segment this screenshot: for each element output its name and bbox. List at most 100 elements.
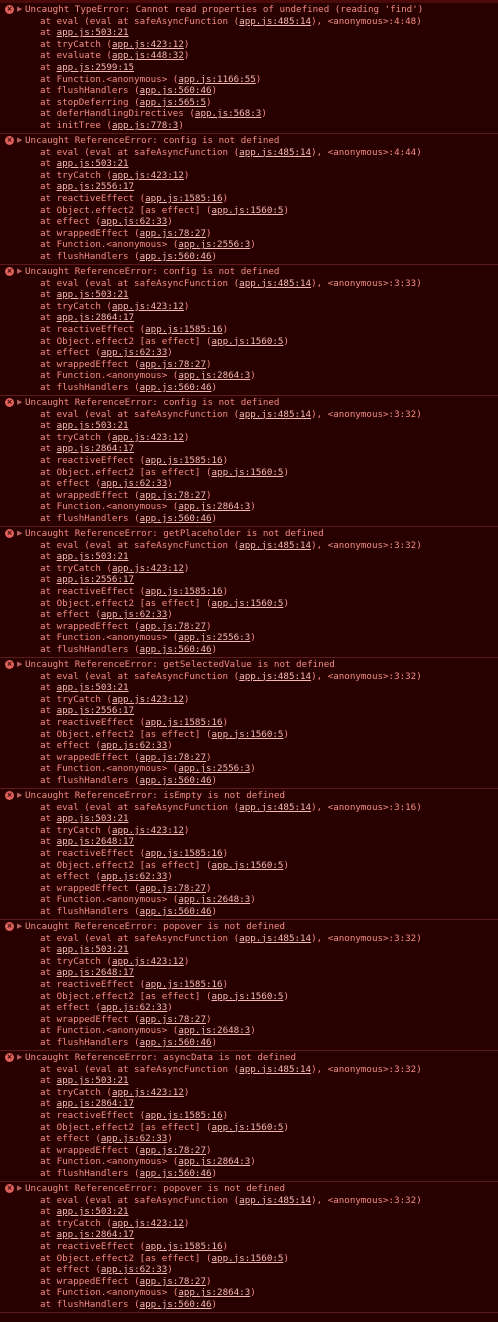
stack-frame-source-link[interactable]: app.js:62:33	[101, 609, 167, 620]
stack-frame-source-link[interactable]: app.js:1560:5	[212, 729, 284, 740]
stack-frame-source-link[interactable]: app.js:448:32	[112, 50, 184, 61]
stack-frame-source-link[interactable]: app.js:560:46	[140, 251, 212, 262]
stack-frame-source-link[interactable]: app.js:2599:15	[57, 62, 134, 73]
stack-frame-source-link[interactable]: app.js:503:21	[57, 813, 129, 824]
stack-frame-source-link[interactable]: app.js:1560:5	[212, 205, 284, 216]
stack-frame-source-link[interactable]: app.js:78:27	[140, 1276, 206, 1287]
error-entry[interactable]: × ▶ Uncaught ReferenceError: config is not…	[0, 134, 498, 265]
stack-frame-source-link[interactable]: app.js:2556:3	[178, 763, 250, 774]
stack-frame-source-link[interactable]: app.js:62:33	[101, 347, 167, 358]
stack-frame-source-link[interactable]: app.js:78:27	[140, 621, 206, 632]
stack-frame-source-link[interactable]: app.js:423:12	[112, 301, 184, 312]
stack-frame-source-link[interactable]: app.js:778:3	[112, 120, 178, 131]
stack-frame-source-link[interactable]: app.js:568:3	[195, 108, 261, 119]
stack-frame-source-link[interactable]: app.js:1560:5	[212, 598, 284, 609]
stack-frame-source-link[interactable]: app.js:485:14	[239, 278, 311, 289]
stack-frame-source-link[interactable]: app.js:503:21	[57, 158, 129, 169]
stack-frame-source-link[interactable]: app.js:423:12	[112, 432, 184, 443]
stack-frame-source-link[interactable]: app.js:1585:16	[145, 324, 222, 335]
stack-frame-source-link[interactable]: app.js:1166:55	[178, 74, 255, 85]
stack-frame-source-link[interactable]: app.js:1585:16	[145, 1241, 222, 1252]
stack-frame-source-link[interactable]: app.js:560:46	[140, 906, 212, 917]
stack-frame-source-link[interactable]: app.js:2864:3	[178, 370, 250, 381]
error-entry[interactable]: × ▶ Uncaught ReferenceError: popover is no…	[0, 1182, 498, 1313]
stack-frame-source-link[interactable]: app.js:423:12	[112, 39, 184, 50]
stack-frame-source-link[interactable]: app.js:560:46	[140, 513, 212, 524]
stack-frame-source-link[interactable]: app.js:560:46	[140, 1299, 212, 1310]
stack-frame-source-link[interactable]: app.js:485:14	[239, 1195, 311, 1206]
stack-frame-source-link[interactable]: app.js:1560:5	[212, 1253, 284, 1264]
stack-frame-source-link[interactable]: app.js:423:12	[112, 694, 184, 705]
stack-frame-source-link[interactable]: app.js:423:12	[112, 170, 184, 181]
stack-frame-source-link[interactable]: app.js:1585:16	[145, 455, 222, 466]
stack-frame-source-link[interactable]: app.js:2864:17	[57, 1098, 134, 1109]
error-entry[interactable]: × ▶ Uncaught ReferenceError: asyncData is …	[0, 1051, 498, 1182]
stack-frame-source-link[interactable]: app.js:1560:5	[212, 991, 284, 1002]
stack-frame-source-link[interactable]: app.js:1560:5	[212, 467, 284, 478]
stack-frame-source-link[interactable]: app.js:78:27	[140, 490, 206, 501]
stack-frame-source-link[interactable]: app.js:503:21	[57, 944, 129, 955]
stack-frame-source-link[interactable]: app.js:78:27	[140, 359, 206, 370]
stack-frame-source-link[interactable]: app.js:2556:17	[57, 181, 134, 192]
stack-frame-source-link[interactable]: app.js:62:33	[101, 1264, 167, 1275]
expand-triangle-icon[interactable]: ▶	[17, 135, 22, 147]
error-entry[interactable]: × ▶ Uncaught ReferenceError: isEmpty is no…	[0, 789, 498, 920]
error-entry[interactable]: × ▶ Uncaught ReferenceError: getSelectedVa…	[0, 658, 498, 789]
stack-frame-source-link[interactable]: app.js:62:33	[101, 1133, 167, 1144]
stack-frame-source-link[interactable]: app.js:78:27	[140, 1014, 206, 1025]
stack-frame-source-link[interactable]: app.js:2864:3	[178, 1156, 250, 1167]
error-entry[interactable]: × ▶ Uncaught ReferenceError: config is not…	[0, 265, 498, 396]
error-entry[interactable]: × ▶ Uncaught ReferenceError: config is not…	[0, 396, 498, 527]
expand-triangle-icon[interactable]: ▶	[17, 790, 22, 802]
stack-frame-source-link[interactable]: app.js:423:12	[112, 956, 184, 967]
stack-frame-source-link[interactable]: app.js:560:46	[140, 382, 212, 393]
expand-triangle-icon[interactable]: ▶	[17, 1052, 22, 1064]
stack-frame-source-link[interactable]: app.js:565:5	[140, 97, 206, 108]
stack-frame-source-link[interactable]: app.js:2864:17	[57, 312, 134, 323]
expand-triangle-icon[interactable]: ▶	[17, 921, 22, 933]
stack-frame-source-link[interactable]: app.js:1585:16	[145, 848, 222, 859]
stack-frame-source-link[interactable]: app.js:423:12	[112, 1218, 184, 1229]
stack-frame-source-link[interactable]: app.js:423:12	[112, 1087, 184, 1098]
stack-frame-source-link[interactable]: app.js:62:33	[101, 478, 167, 489]
stack-frame-source-link[interactable]: app.js:1585:16	[145, 586, 222, 597]
stack-frame-source-link[interactable]: app.js:78:27	[140, 883, 206, 894]
stack-frame-source-link[interactable]: app.js:1585:16	[145, 717, 222, 728]
stack-frame-source-link[interactable]: app.js:2556:3	[178, 632, 250, 643]
stack-frame-source-link[interactable]: app.js:560:46	[140, 85, 212, 96]
expand-triangle-icon[interactable]: ▶	[17, 4, 22, 16]
stack-frame-source-link[interactable]: app.js:485:14	[239, 147, 311, 158]
error-entry[interactable]: × ▶ Uncaught ReferenceError: popover is no…	[0, 920, 498, 1051]
stack-frame-source-link[interactable]: app.js:1585:16	[145, 193, 222, 204]
error-entry[interactable]: × ▶ Uncaught ReferenceError: getPlaceholde…	[0, 527, 498, 658]
stack-frame-source-link[interactable]: app.js:2648:3	[178, 894, 250, 905]
stack-frame-source-link[interactable]: app.js:2864:17	[57, 443, 134, 454]
stack-frame-source-link[interactable]: app.js:62:33	[101, 740, 167, 751]
stack-frame-source-link[interactable]: app.js:78:27	[140, 1145, 206, 1156]
stack-frame-source-link[interactable]: app.js:560:46	[140, 1168, 212, 1179]
stack-frame-source-link[interactable]: app.js:1585:16	[145, 979, 222, 990]
stack-frame-source-link[interactable]: app.js:2864:17	[57, 1229, 134, 1240]
stack-frame-source-link[interactable]: app.js:1585:16	[145, 1110, 222, 1121]
stack-frame-source-link[interactable]: app.js:2648:17	[57, 967, 134, 978]
stack-frame-source-link[interactable]: app.js:485:14	[239, 933, 311, 944]
stack-frame-source-link[interactable]: app.js:2556:17	[57, 705, 134, 716]
stack-frame-source-link[interactable]: app.js:1560:5	[212, 860, 284, 871]
stack-frame-source-link[interactable]: app.js:485:14	[239, 802, 311, 813]
stack-frame-source-link[interactable]: app.js:62:33	[101, 871, 167, 882]
stack-frame-source-link[interactable]: app.js:485:14	[239, 540, 311, 551]
stack-frame-source-link[interactable]: app.js:485:14	[239, 671, 311, 682]
stack-frame-source-link[interactable]: app.js:560:46	[140, 1037, 212, 1048]
expand-triangle-icon[interactable]: ▶	[17, 528, 22, 540]
stack-frame-source-link[interactable]: app.js:2864:3	[178, 1287, 250, 1298]
stack-frame-source-link[interactable]: app.js:2556:3	[178, 239, 250, 250]
expand-triangle-icon[interactable]: ▶	[17, 1183, 22, 1195]
stack-frame-source-link[interactable]: app.js:560:46	[140, 775, 212, 786]
stack-frame-source-link[interactable]: app.js:423:12	[112, 825, 184, 836]
error-entry[interactable]: × ▶ Uncaught TypeError: Cannot read proper…	[0, 3, 498, 134]
stack-frame-source-link[interactable]: app.js:1560:5	[212, 336, 284, 347]
stack-frame-source-link[interactable]: app.js:62:33	[101, 1002, 167, 1013]
stack-frame-source-link[interactable]: app.js:2648:17	[57, 836, 134, 847]
stack-frame-source-link[interactable]: app.js:62:33	[101, 216, 167, 227]
stack-frame-source-link[interactable]: app.js:485:14	[239, 409, 311, 420]
